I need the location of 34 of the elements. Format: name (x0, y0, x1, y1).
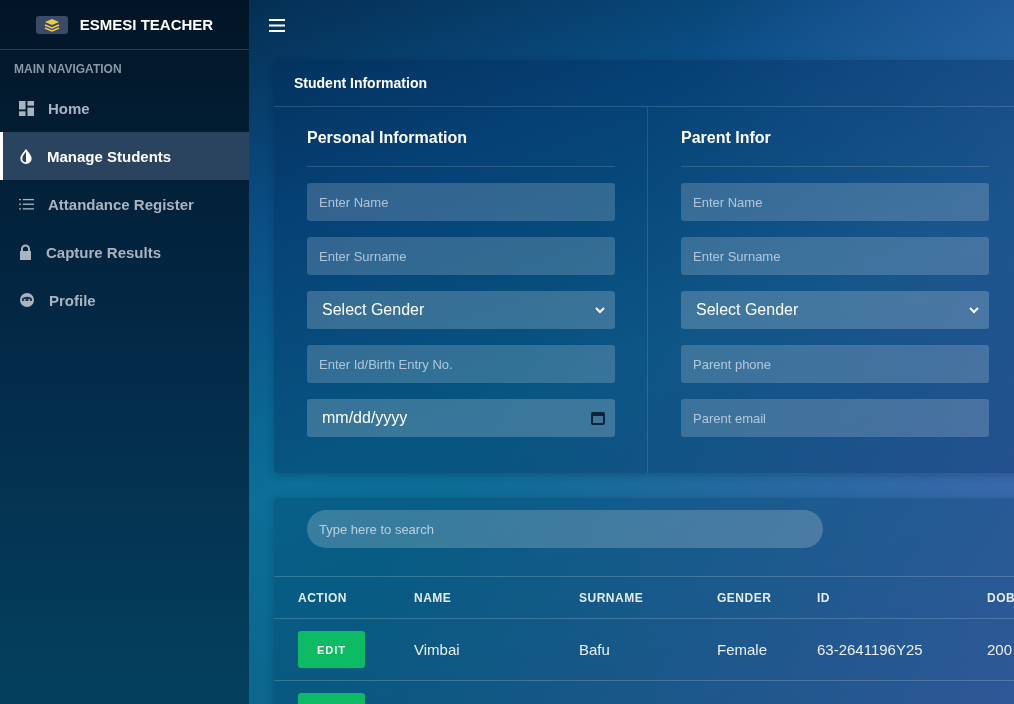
section-title: Personal Information (307, 129, 615, 167)
nav-item[interactable]: Manage Students (0, 132, 249, 180)
nav-item[interactable]: Attandance Register (0, 180, 249, 228)
column-header: GENDER (717, 590, 773, 605)
nav-item[interactable]: Home (0, 84, 249, 132)
menu-button[interactable] (269, 18, 285, 32)
chevron-down-icon (595, 306, 605, 314)
gender-select[interactable]: Select Gender (681, 291, 989, 329)
chevron-down-icon (969, 306, 979, 314)
calendar-icon (591, 411, 605, 425)
table-cell-text: Vimbai (414, 641, 461, 658)
table-cell-text: Female (717, 641, 769, 658)
column-header: SURNAME (579, 590, 645, 605)
column-header: DOB (987, 590, 1014, 605)
card-title: Student Information (274, 60, 1014, 107)
table-cell-text: Bafu (579, 641, 611, 658)
date-field[interactable]: mm/dd/yyyy (307, 399, 615, 437)
gender-select[interactable]: Select Gender (307, 291, 615, 329)
app-title: ESMESI TEACHER (79, 16, 214, 33)
lock-icon (19, 244, 32, 260)
list-icon (19, 197, 34, 211)
table-cell-text: 63-2641196Y25 (817, 641, 924, 658)
nav-item[interactable]: Capture Results (0, 228, 249, 276)
nav-item[interactable]: Profile (0, 276, 249, 324)
nav-heading: MAIN NAVIGATION (13, 61, 123, 78)
column-header: ID (817, 590, 831, 605)
menu-icon (269, 18, 285, 32)
books-logo-icon (35, 15, 68, 34)
column-header: NAME (414, 590, 453, 605)
table-cell: 200 (987, 641, 1014, 658)
dashboard-icon (19, 100, 34, 116)
face-icon (19, 292, 35, 308)
section-title: Parent Infor (681, 129, 989, 167)
column-header: ACTION (298, 590, 348, 605)
